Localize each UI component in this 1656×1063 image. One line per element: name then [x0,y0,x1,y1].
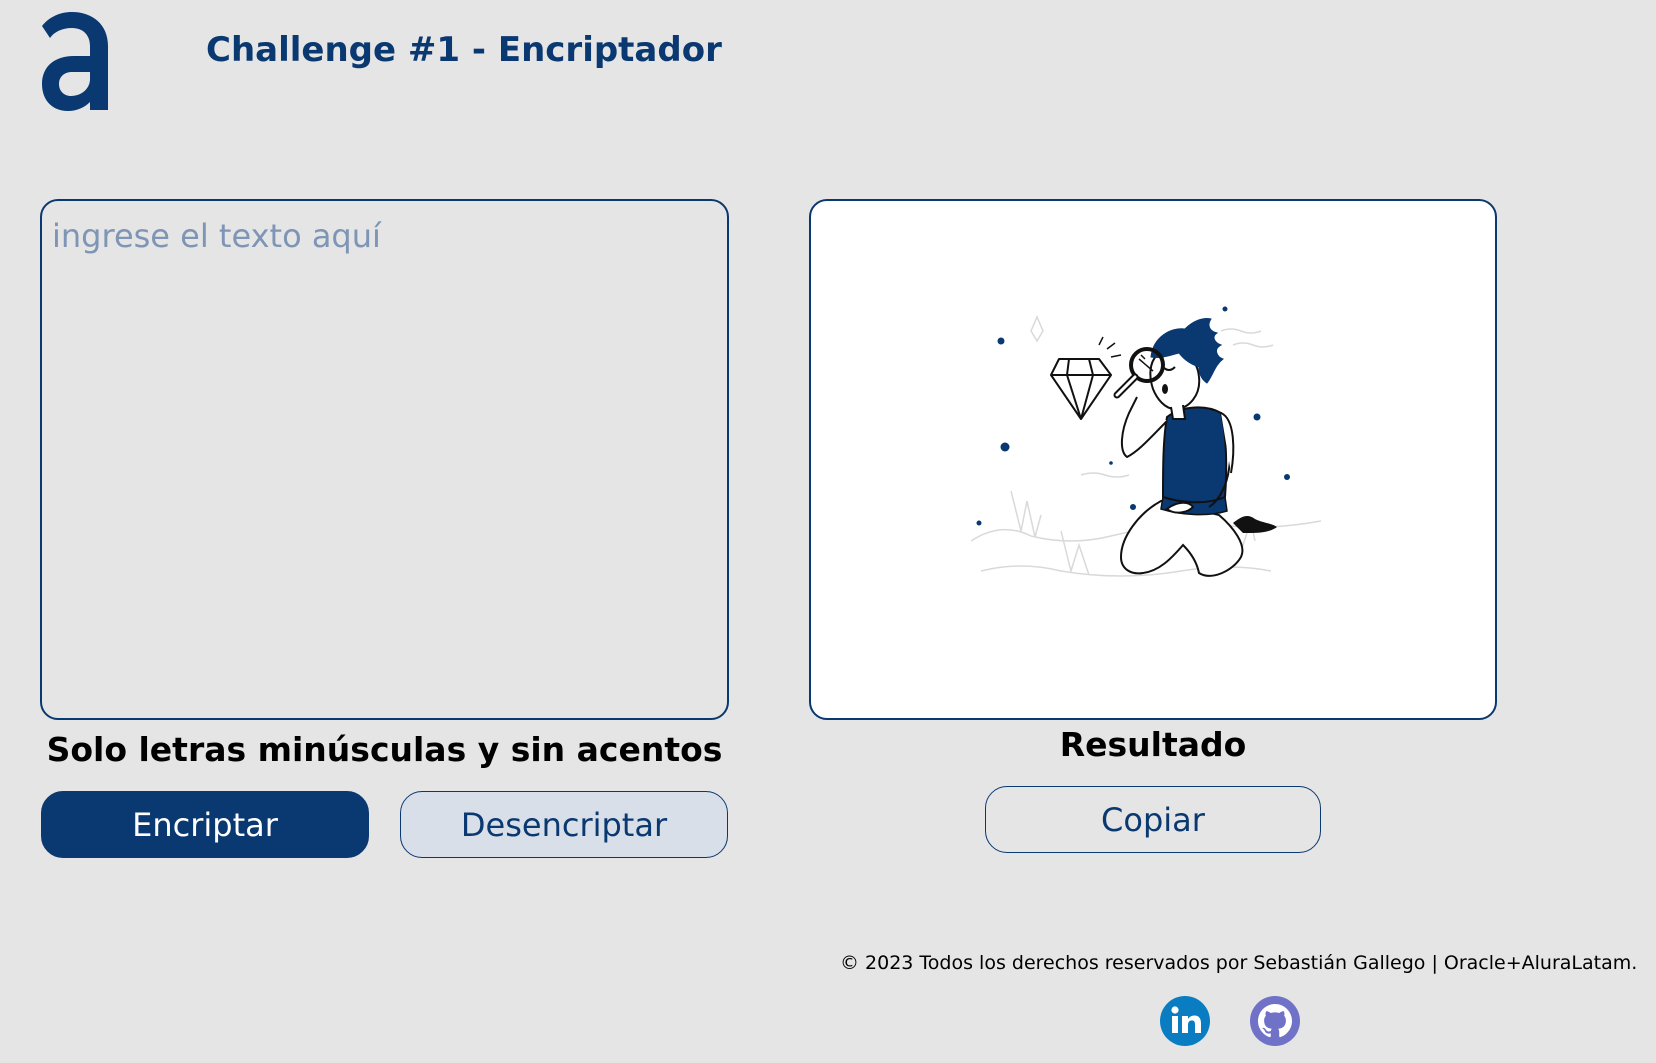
github-icon[interactable] [1249,995,1301,1047]
footer-copyright: © 2023 Todos los derechos reservados por… [840,952,1638,974]
decrypt-button[interactable]: Desencriptar [400,791,728,858]
page-title: Challenge #1 - Encriptador [206,30,722,70]
input-hint: Solo letras minúsculas y sin acentos [46,730,723,769]
copy-button[interactable]: Copiar [985,786,1321,853]
alura-logo-icon [42,12,108,111]
text-input[interactable] [40,199,729,720]
result-panel [809,199,1497,720]
person-with-magnifier-diamond-icon [971,306,1322,577]
linkedin-icon[interactable] [1159,995,1211,1047]
encrypt-button[interactable]: Encriptar [41,791,369,858]
result-label: Resultado [1059,725,1247,764]
